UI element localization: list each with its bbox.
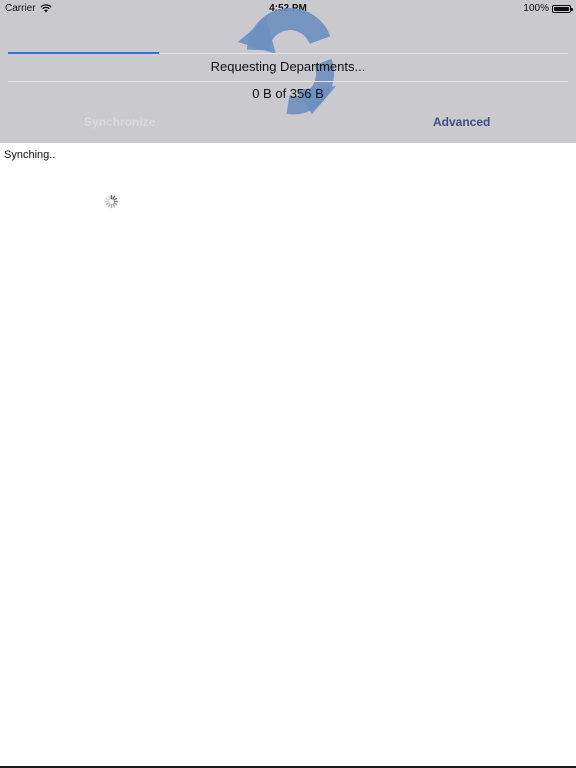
sync-header: Carrier 4:52 PM 100% Requesting Departme… [0, 0, 576, 143]
bytes-progress-label: 0 B of 356 B [252, 86, 324, 101]
tab-synchronize[interactable]: Synchronize [84, 115, 155, 129]
battery-tip [571, 7, 573, 11]
synching-status-label: Synching.. [4, 149, 56, 161]
sync-status-message: Requesting Departments... [210, 59, 366, 74]
sync-progress-bar [8, 52, 568, 54]
activity-spinner-icon [104, 194, 119, 209]
battery-fill [554, 6, 569, 11]
sync-progress-fill [8, 52, 160, 54]
header-divider [8, 81, 568, 82]
status-battery-group: 100% [523, 3, 573, 14]
battery-icon [552, 4, 573, 13]
tab-advanced[interactable]: Advanced [433, 115, 490, 129]
battery-percentage: 100% [523, 3, 549, 14]
